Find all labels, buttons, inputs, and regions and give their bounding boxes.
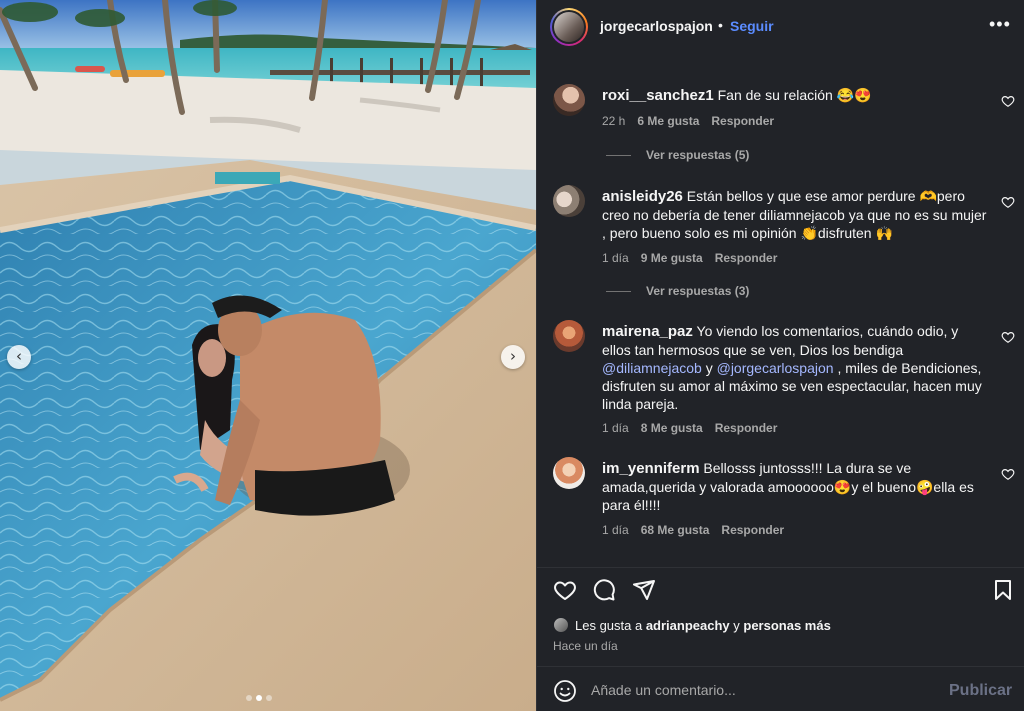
post-photo [0,0,536,711]
comment-time[interactable]: 1 día [602,523,629,537]
comment-likes[interactable]: 8 Me gusta [641,421,703,435]
comment-body: Fan de su relación 😂😍 [713,87,872,103]
next-slide-button[interactable]: › [501,345,525,369]
others-link[interactable]: personas más [743,618,830,633]
comment-meta: 1 día 9 Me gusta Responder [602,251,777,265]
comment-meta: 1 día 8 Me gusta Responder [602,421,777,435]
add-comment-input[interactable] [591,676,931,704]
like-comment-icon[interactable] [1001,330,1015,344]
slide-dot-active [256,695,262,701]
mention-link[interactable]: @diliamnejacob [602,360,702,376]
slide-dot [246,695,252,701]
commenter-username[interactable]: mairena_paz [602,323,693,340]
comment-body: y [701,360,717,376]
post-actions-bar: Les gusta a adrianpeachy y personas más … [537,567,1024,666]
comment-meta: 22 h 6 Me gusta Responder [602,114,774,128]
follow-button[interactable]: Seguir [730,18,774,34]
like-comment-icon[interactable] [1001,195,1015,209]
previous-slide-button[interactable]: ‹ [7,345,31,369]
comment-time[interactable]: 1 día [602,251,629,265]
reply-button[interactable]: Responder [715,251,778,265]
comment-text: mairena_paz Yo viendo los comentarios, c… [602,322,987,413]
comment-text: roxi__sanchez1 Fan de su relación 😂😍 [602,86,987,105]
comment-likes[interactable]: 68 Me gusta [641,523,710,537]
reply-button[interactable]: Responder [715,421,778,435]
commenter-avatar[interactable] [553,84,585,116]
commenter-username[interactable]: anisleidy26 [602,188,683,205]
slide-indicator [246,695,272,701]
comment-time[interactable]: 1 día [602,421,629,435]
commenter-avatar[interactable] [553,457,585,489]
liked-by-summary[interactable]: Les gusta a adrianpeachy y personas más [553,617,831,633]
comment-icon[interactable] [592,578,616,602]
post-details-panel: jorgecarlospajon • Seguir ••• roxi__sanc… [536,0,1024,711]
mention-link[interactable]: @jorgecarlospajon [717,360,834,376]
publish-button[interactable]: Publicar [949,682,1012,700]
post-timestamp[interactable]: Hace un día [553,639,618,653]
reply-button[interactable]: Responder [721,523,784,537]
comment-likes[interactable]: 9 Me gusta [641,251,703,265]
emoji-icon[interactable] [553,679,577,703]
slide-dot [266,695,272,701]
like-post-icon[interactable] [553,578,577,602]
view-replies-button[interactable]: Ver respuestas (5) [606,148,749,162]
liked-by-text: Les gusta a adrianpeachy y personas más [575,617,831,633]
view-replies-button[interactable]: Ver respuestas (3) [606,284,749,298]
post-header: jorgecarlospajon • Seguir ••• [537,0,1024,54]
save-bookmark-icon[interactable] [991,578,1015,602]
separator-dot: • [718,17,723,33]
comment-composer: Publicar [537,666,1024,711]
like-comment-icon[interactable] [1001,467,1015,481]
comments-list[interactable]: roxi__sanchez1 Fan de su relación 😂😍 22 … [537,54,1024,567]
commenter-avatar[interactable] [553,320,585,352]
commenter-avatar[interactable] [553,185,585,217]
comment-time[interactable]: 22 h [602,114,625,128]
liker-avatar [553,617,569,633]
author-username[interactable]: jorgecarlospajon [600,18,713,34]
like-comment-icon[interactable] [1001,94,1015,108]
comment-meta: 1 día 68 Me gusta Responder [602,523,784,537]
commenter-username[interactable]: im_yenniferm [602,460,700,477]
comment-text: anisleidy26 Están bellos y que ese amor … [602,187,987,242]
commenter-username[interactable]: roxi__sanchez1 [602,87,714,104]
comment-text: im_yenniferm Bellosss juntosss!!! La dur… [602,459,987,514]
reply-button[interactable]: Responder [711,114,774,128]
comment-likes[interactable]: 6 Me gusta [637,114,699,128]
more-options-icon[interactable]: ••• [989,14,1011,35]
liker-username[interactable]: adrianpeachy [646,618,730,633]
author-avatar[interactable] [550,8,588,46]
share-icon[interactable] [632,578,656,602]
post-media[interactable]: ‹ › [0,0,536,711]
